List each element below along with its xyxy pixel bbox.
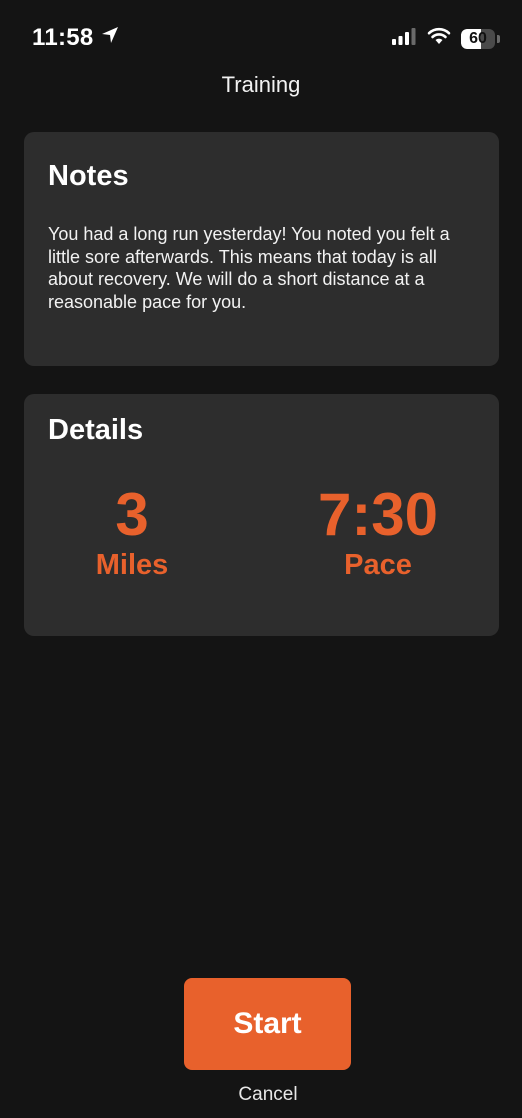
- notes-title: Notes: [48, 160, 129, 192]
- pace-label: Pace: [344, 549, 412, 581]
- status-bar: 11:58 60: [0, 0, 522, 70]
- notes-body: You had a long run yesterday! You noted …: [48, 224, 450, 312]
- distance-stat: 3 Miles: [32, 482, 232, 582]
- battery-icon: 60: [461, 28, 495, 49]
- notes-card: Notes You had a long run yesterday! You …: [24, 132, 499, 366]
- status-indicators: 60: [391, 27, 500, 50]
- battery-tip: [497, 34, 500, 43]
- wifi-icon: [427, 27, 451, 50]
- start-button[interactable]: Start: [184, 978, 351, 1070]
- status-time: 11:58: [32, 24, 94, 51]
- training-screen: 11:58 60 Training Notes You had a long r…: [0, 0, 522, 1118]
- cancel-label[interactable]: Cancel: [238, 1084, 297, 1106]
- pace-value: 7:30: [317, 481, 439, 548]
- distance-label: Miles: [95, 549, 169, 581]
- pace-stat: 7:30 Pace: [278, 482, 478, 582]
- location-arrow-icon: [100, 24, 120, 52]
- cancel-button[interactable]: Cancel: [0, 1084, 522, 1106]
- page-title: Training: [221, 72, 301, 97]
- cellular-signal-icon: [391, 27, 417, 50]
- distance-value: 3: [115, 481, 149, 548]
- details-card: Details 3 Miles 7:30 Pace: [24, 394, 499, 636]
- battery-level: 60: [469, 29, 487, 47]
- details-stats: 3 Miles 7:30 Pace: [24, 482, 499, 592]
- status-time-group: 11:58: [32, 24, 120, 52]
- details-title: Details: [48, 414, 144, 446]
